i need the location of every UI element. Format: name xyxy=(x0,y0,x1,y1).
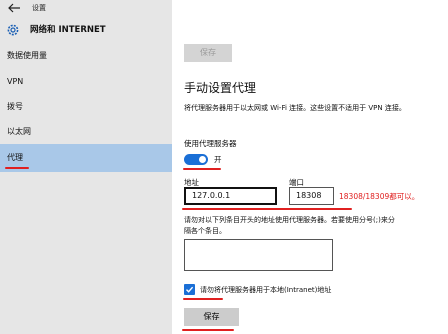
annotation-underline-checkbox xyxy=(183,298,223,300)
sidebar: 设置 网络和 INTERNET 数据使用量 VPN 拨号 以太网 代理 xyxy=(0,0,172,334)
exceptions-description-line1: 请勿对以下列条目开头的地址使用代理服务器。若要使用分号(;)来分 xyxy=(184,216,395,224)
proxy-description: 将代理服务器用于以太网或 Wi-Fi 连接。这些设置不适用于 VPN 连接。 xyxy=(184,104,406,112)
port-annotation: 18308/18309都可以。 xyxy=(339,192,420,201)
sidebar-item-vpn[interactable]: VPN xyxy=(0,68,172,96)
page-heading: 手动设置代理 xyxy=(184,81,257,95)
bypass-local-checkbox[interactable] xyxy=(184,284,195,295)
section-title: 网络和 INTERNET xyxy=(30,25,106,35)
use-proxy-label: 使用代理服务器 xyxy=(184,139,237,148)
back-arrow-icon[interactable] xyxy=(7,3,21,13)
annotation-underline-proxy xyxy=(5,167,29,169)
toggle-state-label: 开 xyxy=(214,155,222,164)
sidebar-item-ethernet[interactable]: 以太网 xyxy=(0,118,172,146)
top-save-button[interactable]: 保存 xyxy=(184,44,232,62)
main-panel: 保存 手动设置代理 将代理服务器用于以太网或 Wi-Fi 连接。这些设置不适用于… xyxy=(172,0,448,334)
use-proxy-toggle[interactable] xyxy=(184,154,208,165)
annotation-underline-toggle xyxy=(183,168,221,170)
save-button[interactable]: 保存 xyxy=(184,308,239,326)
window-title: 设置 xyxy=(32,4,46,12)
toggle-knob xyxy=(199,156,206,163)
sidebar-item-dialup[interactable]: 拨号 xyxy=(0,93,172,121)
bypass-local-label: 请勿将代理服务器用于本地(Intranet)地址 xyxy=(200,286,332,294)
exceptions-input[interactable] xyxy=(184,239,333,271)
checkmark-icon xyxy=(186,286,194,293)
port-input[interactable]: 18308 xyxy=(289,187,334,205)
annotation-underline-save xyxy=(182,329,234,331)
exceptions-description-line2: 隔各个条目。 xyxy=(184,227,226,235)
address-input[interactable]: 127.0.0.1 xyxy=(184,187,277,205)
sidebar-item-data-usage[interactable]: 数据使用量 xyxy=(0,42,172,70)
gear-icon xyxy=(7,24,19,36)
annotation-underline-address-port xyxy=(182,208,352,210)
